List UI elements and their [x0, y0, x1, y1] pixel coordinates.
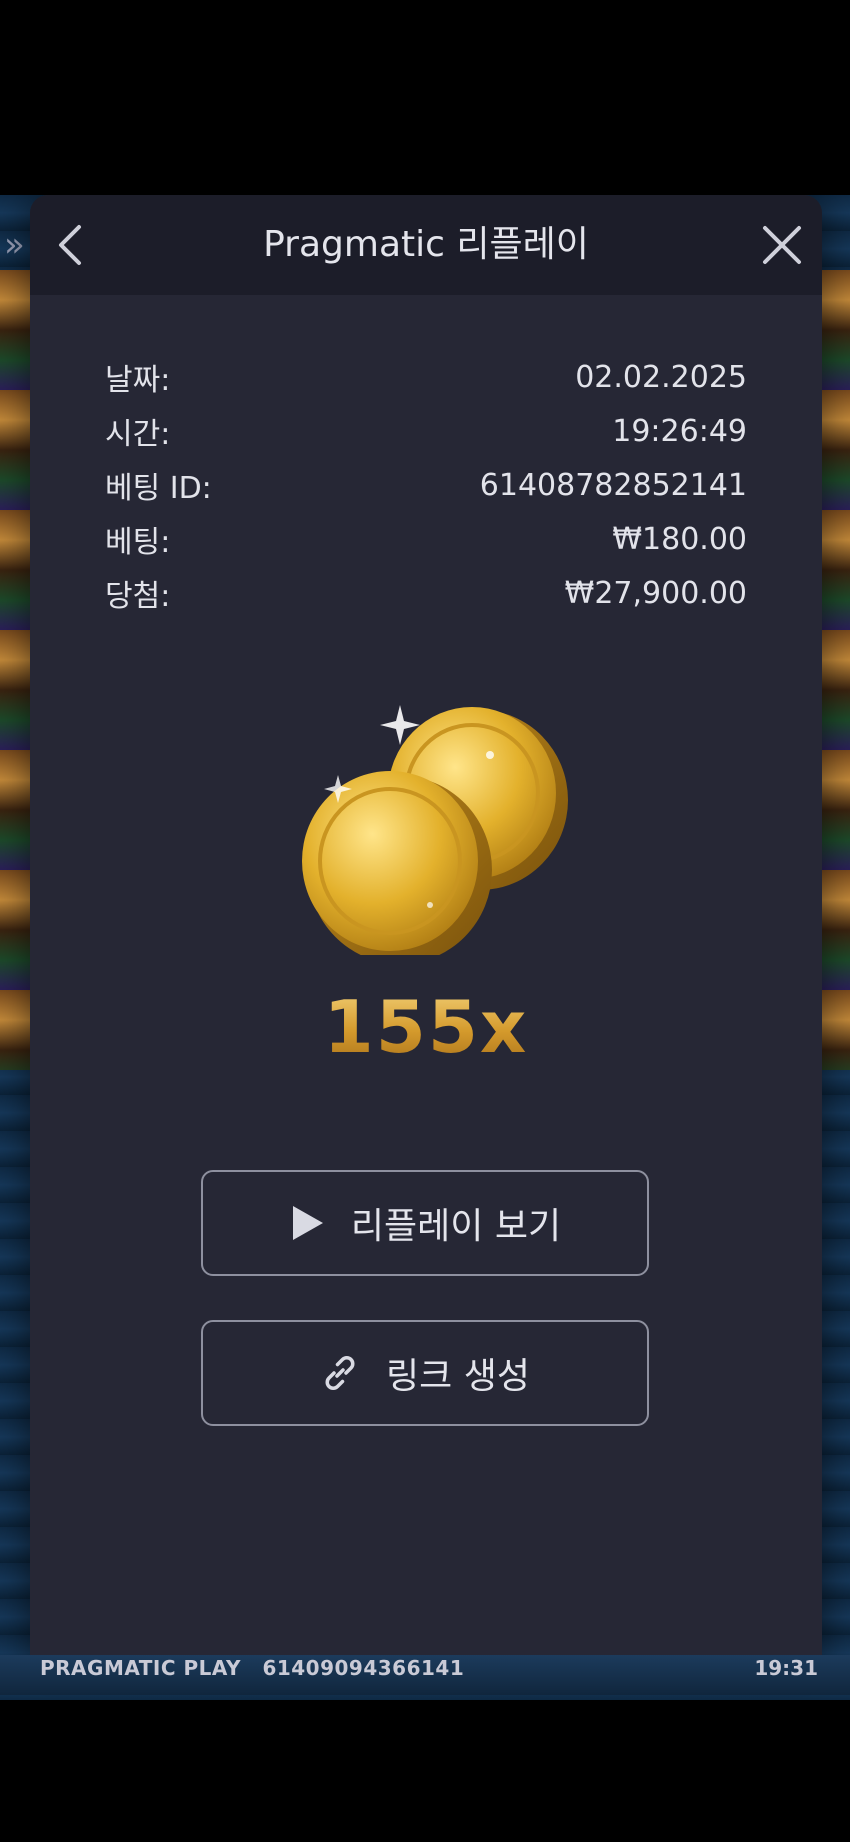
- detail-value: 19:26:49: [612, 413, 747, 449]
- detail-value: ₩27,900.00: [564, 575, 747, 611]
- modal-header: Pragmatic 리플레이: [30, 195, 822, 295]
- detail-row-bet-id: 베팅 ID: 61408782852141: [105, 458, 747, 512]
- create-link-label: 링크 생성: [386, 1356, 530, 1397]
- footer-brand: PRAGMATIC PLAY: [40, 1656, 241, 1680]
- create-link-button[interactable]: 링크 생성: [201, 1320, 649, 1426]
- play-icon: [289, 1204, 325, 1242]
- detail-label: 베팅:: [105, 525, 171, 560]
- detail-value: ₩180.00: [612, 521, 747, 557]
- double-chevron-right-icon[interactable]: »: [4, 228, 25, 262]
- modal-title: Pragmatic 리플레이: [263, 224, 589, 265]
- detail-value: 02.02.2025: [575, 359, 747, 395]
- chevron-left-icon: [59, 225, 81, 265]
- replay-modal: Pragmatic 리플레이 날짜: 02.02.2025 시간: 19:26:…: [30, 195, 822, 1665]
- game-reel-left: [0, 270, 30, 1070]
- footer-time: 19:31: [754, 1656, 818, 1680]
- back-button[interactable]: [42, 217, 98, 273]
- bet-details: 날짜: 02.02.2025 시간: 19:26:49 베팅 ID: 61408…: [105, 350, 747, 620]
- detail-label: 날짜:: [105, 363, 171, 398]
- detail-row-bet: 베팅: ₩180.00: [105, 512, 747, 566]
- view-replay-button[interactable]: 리플레이 보기: [201, 1170, 649, 1276]
- footer-info: PRAGMATIC PLAY 61409094366141: [40, 1656, 478, 1680]
- link-icon: [320, 1353, 360, 1393]
- screen: » Pragmatic 리플레이 날짜: 02.02.2025 시간: 19:2…: [0, 0, 850, 1842]
- detail-row-time: 시간: 19:26:49: [105, 404, 747, 458]
- close-button[interactable]: [754, 217, 810, 273]
- footer-game-id: 61409094366141: [262, 1656, 465, 1680]
- detail-row-date: 날짜: 02.02.2025: [105, 350, 747, 404]
- win-multiplier: 155x: [30, 985, 822, 1069]
- detail-value: 61408782852141: [479, 467, 747, 503]
- detail-label: 당첨:: [105, 579, 171, 614]
- detail-label: 베팅 ID:: [105, 471, 212, 506]
- view-replay-label: 리플레이 보기: [350, 1206, 562, 1247]
- gold-coins-icon: [302, 705, 568, 955]
- close-icon: [763, 226, 801, 264]
- detail-row-win: 당첨: ₩27,900.00: [105, 566, 747, 620]
- detail-label: 시간:: [105, 417, 171, 452]
- game-reel-right: [820, 270, 850, 1070]
